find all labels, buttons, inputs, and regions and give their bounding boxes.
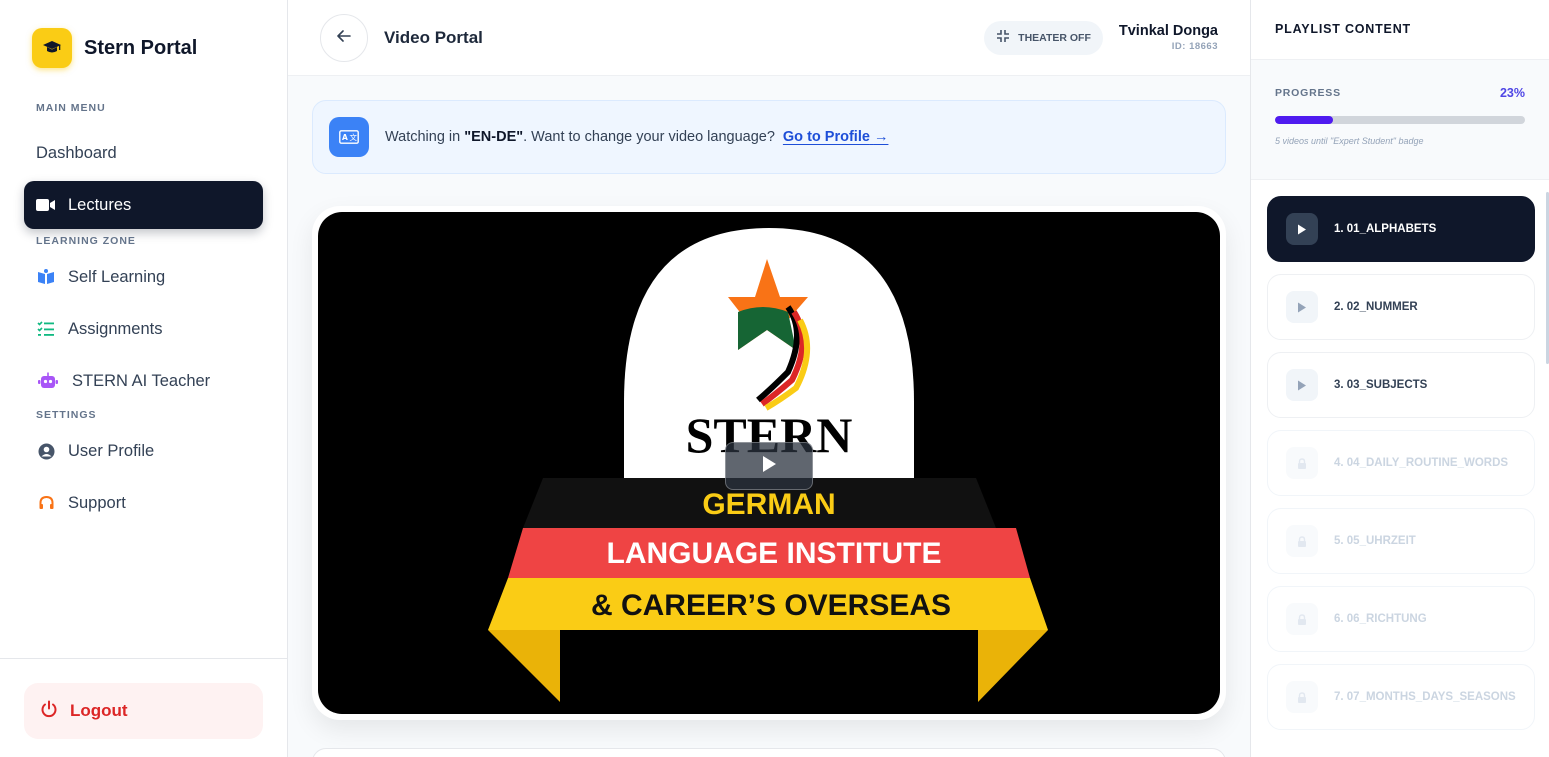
video-player[interactable]: STERN GERMAN LANGUAGE INSTITUTE & CAREER… — [318, 212, 1220, 714]
back-button[interactable] — [320, 13, 368, 62]
progress-bar-fill — [1275, 116, 1333, 124]
sidebar-item-label: Support — [68, 493, 126, 512]
playlist-item[interactable]: 2. 02_NUMMER — [1267, 274, 1535, 340]
sidebar-item-label: User Profile — [68, 441, 155, 460]
sidebar-item-label: Assignments — [68, 319, 163, 338]
go-to-profile-link[interactable]: Go to Profile → — [783, 129, 889, 145]
page-title: Video Portal — [384, 27, 483, 47]
section-main-menu: MAIN MENU — [36, 102, 106, 114]
playlist-title: PLAYLIST CONTENT — [1251, 0, 1549, 60]
playlist-item-label: 6. 06_RICHTUNG — [1334, 613, 1427, 625]
progress-bar — [1275, 116, 1525, 124]
progress-label: PROGRESS — [1275, 87, 1341, 99]
power-icon — [40, 700, 58, 723]
video-play-button[interactable] — [725, 442, 813, 490]
playlist-item: 5. 05_UHRZEIT — [1267, 508, 1535, 574]
lock-icon — [1286, 447, 1318, 479]
sidebar-item-assignments[interactable]: Assignments — [24, 305, 263, 353]
ribbon-line-1: GERMAN — [702, 488, 835, 521]
theater-mode-toggle[interactable]: THEATER OFF — [984, 20, 1103, 55]
playlist-item-label: 1. 01_ALPHABETS — [1334, 223, 1437, 235]
sidebar-item-lectures[interactable]: Lectures — [24, 181, 263, 229]
user-id: ID: 18663 — [1171, 41, 1218, 52]
playlist-item: 4. 04_DAILY_ROUTINE_WORDS — [1267, 430, 1535, 496]
graduation-cap-icon — [32, 28, 72, 68]
playlist-item-label: 5. 05_UHRZEIT — [1334, 535, 1416, 547]
ribbon-line-3: & CAREER’S OVERSEAS — [591, 589, 951, 622]
video-camera-icon — [36, 195, 56, 215]
playlist-item-label: 4. 04_DAILY_ROUTINE_WORDS — [1334, 457, 1509, 469]
lock-icon — [1286, 603, 1318, 635]
logout-label: Logout — [70, 701, 128, 720]
sidebar-item-support[interactable]: Support — [24, 479, 263, 527]
app: Stern Portal MAIN MENU Dashboard Lecture… — [0, 0, 1549, 757]
playlist-item[interactable]: 1. 01_ALPHABETS — [1267, 196, 1535, 262]
brand-name: Stern Portal — [84, 36, 198, 59]
video-card: STERN GERMAN LANGUAGE INSTITUTE & CAREER… — [312, 206, 1226, 720]
robot-icon — [36, 371, 60, 391]
sidebar-item-ai-teacher[interactable]: STERN AI Teacher — [24, 357, 263, 405]
play-icon — [1286, 291, 1318, 323]
playlist-item[interactable]: 3. 03_SUBJECTS — [1267, 352, 1535, 418]
language-message: Watching in "EN-DE". Want to change your… — [385, 129, 775, 145]
user-info[interactable]: Tvinkal Donga ID: 18663 — [1119, 23, 1218, 52]
user-icon — [36, 441, 56, 461]
headset-icon — [36, 493, 56, 513]
sidebar-item-label: Lectures — [68, 195, 132, 214]
lock-icon — [1286, 525, 1318, 557]
sidebar-item-label: Self Learning — [68, 267, 166, 286]
playlist-item-label: 7. 07_MONTHS_DAYS_SEASONS — [1334, 691, 1516, 703]
playlist-item-label: 3. 03_SUBJECTS — [1334, 379, 1428, 391]
svg-text:文: 文 — [350, 132, 358, 142]
progress-section: PROGRESS 23% 5 videos until "Expert Stud… — [1251, 60, 1549, 180]
section-learning-zone: LEARNING ZONE — [36, 235, 136, 247]
main-content: Video Portal THEATER OFF Tvinkal Donga I… — [288, 0, 1250, 757]
playlist-panel: PLAYLIST CONTENT PROGRESS 23% 5 videos u… — [1250, 0, 1549, 757]
sidebar-item-label: Dashboard — [36, 143, 117, 162]
brand[interactable]: Stern Portal — [0, 0, 287, 68]
play-icon — [761, 455, 777, 478]
collapse-icon — [996, 29, 1010, 46]
playlist-item: 7. 07_MONTHS_DAYS_SEASONS — [1267, 664, 1535, 730]
ribbon-line-2: LANGUAGE INSTITUTE — [607, 537, 942, 570]
section-settings: SETTINGS — [36, 409, 97, 421]
playlist-list: 1. 01_ALPHABETS 2. 02_NUMMER 3. 03_SUBJE… — [1267, 196, 1535, 742]
sidebar: Stern Portal MAIN MENU Dashboard Lecture… — [0, 0, 288, 757]
sidebar-item-self-learning[interactable]: Self Learning — [24, 253, 263, 301]
progress-note: 5 videos until "Expert Student" badge — [1275, 136, 1424, 146]
checklist-icon — [36, 319, 56, 339]
language-message-suffix: . Want to change your video language? — [523, 129, 775, 145]
language-message-prefix: Watching in — [385, 129, 465, 145]
playlist-item: 6. 06_RICHTUNG — [1267, 586, 1535, 652]
translate-icon: A文 — [329, 117, 369, 157]
current-language: "EN-DE" — [464, 129, 524, 145]
sidebar-item-user-profile[interactable]: User Profile — [24, 427, 263, 475]
user-name: Tvinkal Donga — [1118, 23, 1218, 39]
play-icon — [1286, 369, 1318, 401]
arrow-right-icon: → — [873, 129, 889, 145]
ribbon-tail-right — [978, 630, 1048, 702]
svg-text:A: A — [342, 133, 348, 142]
playlist-item-label: 2. 02_NUMMER — [1334, 301, 1418, 313]
sidebar-divider — [0, 658, 287, 659]
theater-label: THEATER OFF — [1018, 31, 1091, 44]
book-icon — [36, 267, 56, 287]
sidebar-item-dashboard[interactable]: Dashboard — [24, 129, 263, 177]
arrow-left-icon — [337, 29, 351, 47]
language-banner: A文 Watching in "EN-DE". Want to change y… — [312, 100, 1226, 174]
next-card-stub — [312, 748, 1226, 757]
play-icon — [1286, 213, 1318, 245]
topbar: Video Portal THEATER OFF Tvinkal Donga I… — [288, 0, 1250, 76]
ribbon-tail-left — [488, 630, 560, 702]
progress-percent: 23% — [1499, 86, 1525, 100]
sidebar-item-label: STERN AI Teacher — [72, 371, 211, 390]
go-to-profile-label: Go to Profile — [782, 129, 870, 145]
lock-icon — [1286, 681, 1318, 713]
logout-button[interactable]: Logout — [24, 683, 263, 739]
